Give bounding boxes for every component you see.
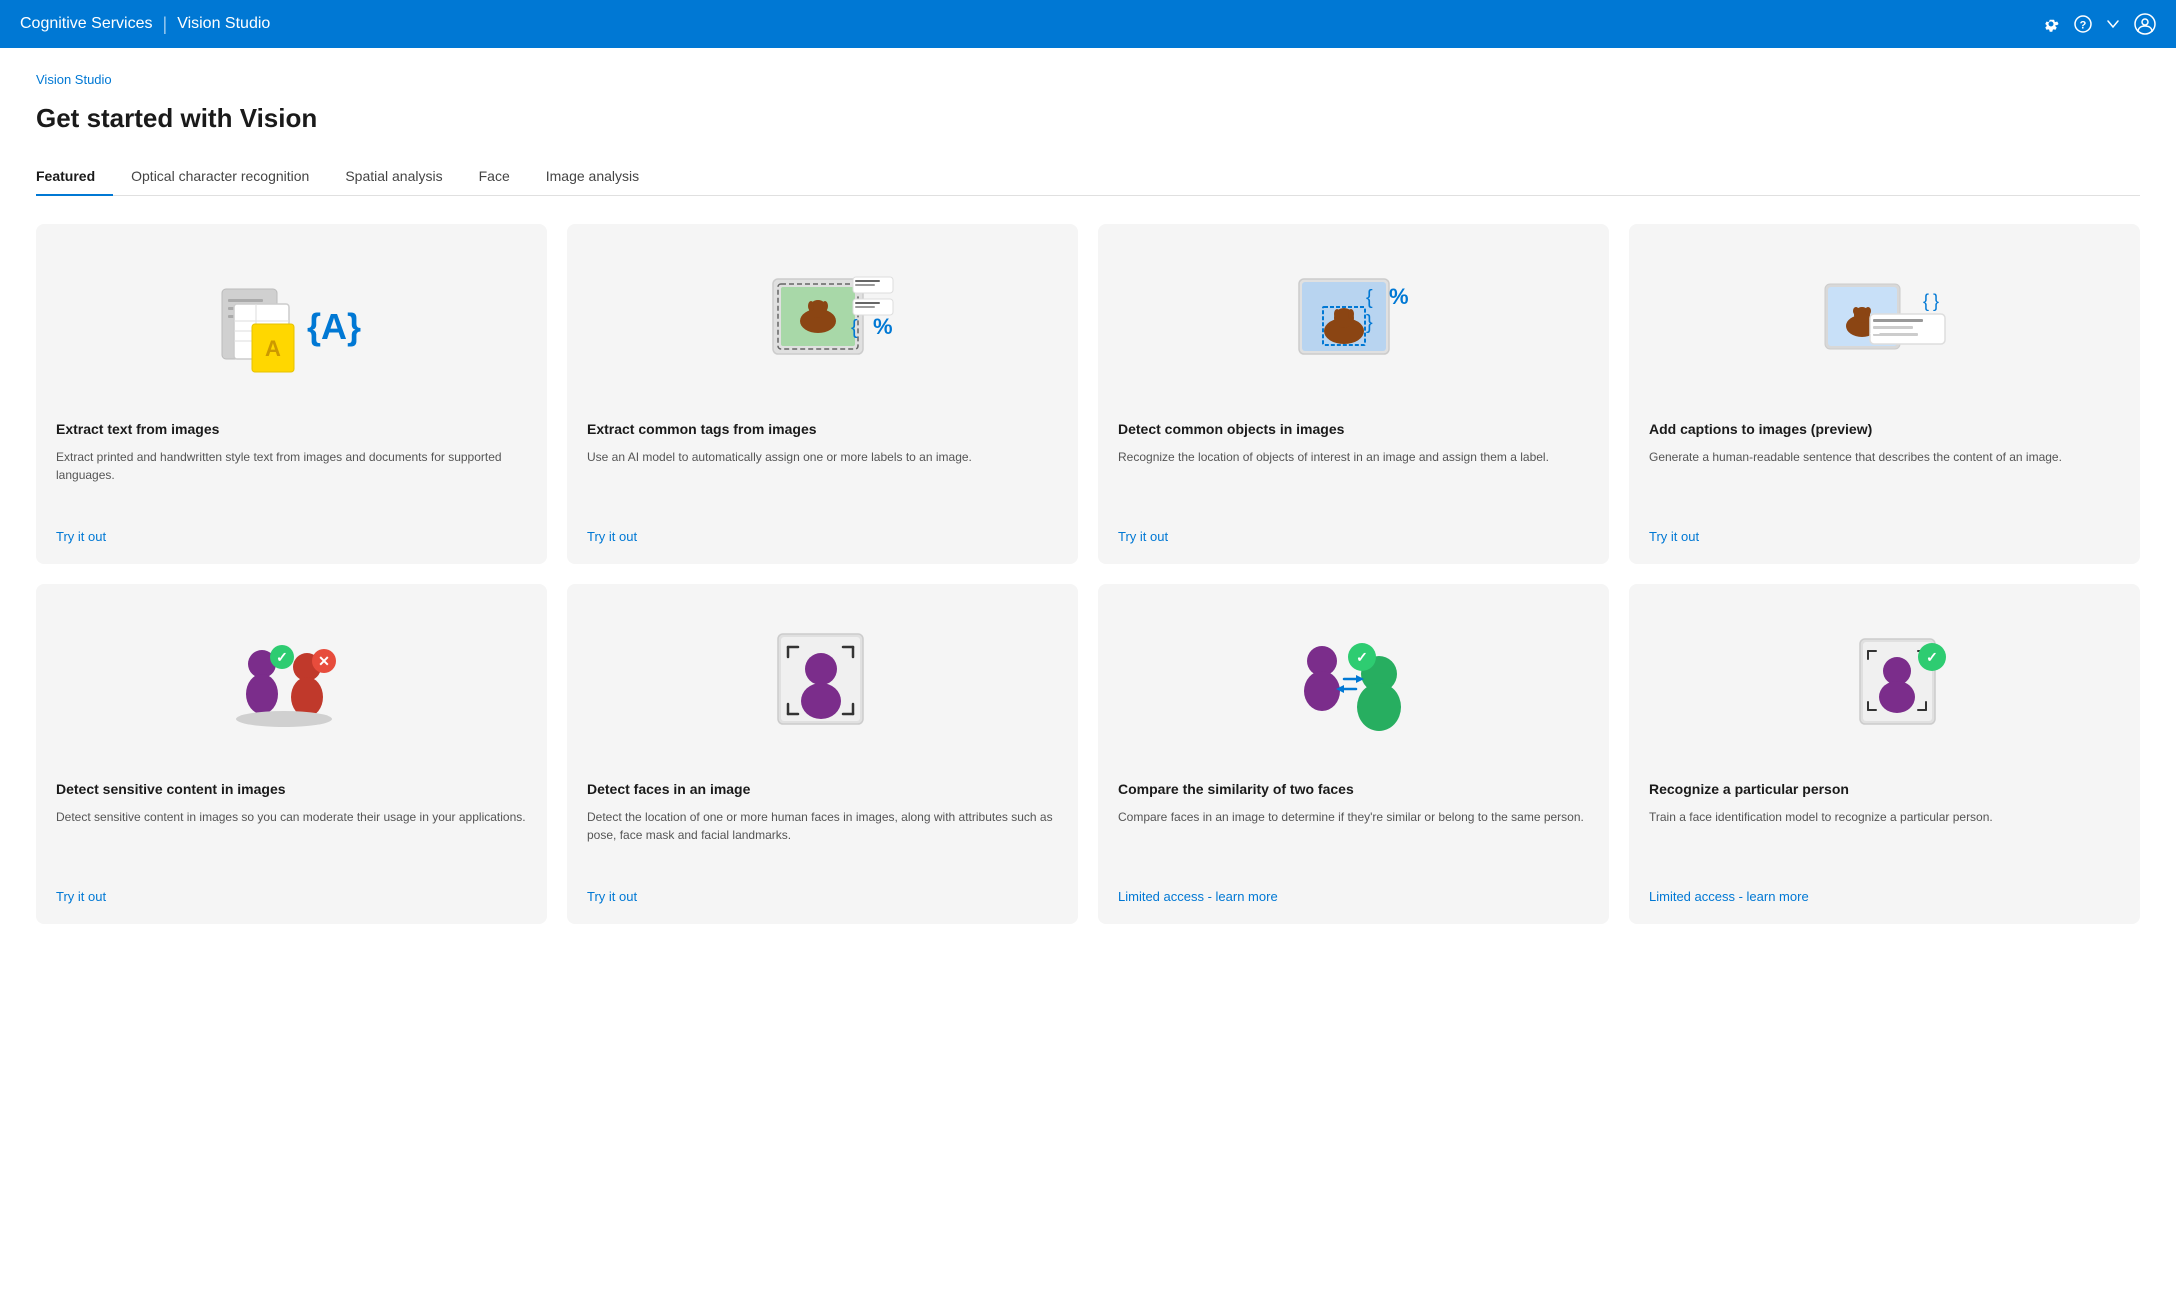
card-compare-faces: ✓ Compare the similarity of two faces Co… — [1098, 584, 1609, 924]
card-detect-objects: % { } Detect common objects in images Re… — [1098, 224, 1609, 564]
card-add-captions-title: Add captions to images (preview) — [1649, 420, 2120, 440]
card-detect-faces-desc: Detect the location of one or more human… — [587, 808, 1058, 873]
tab-image-analysis[interactable]: Image analysis — [528, 158, 657, 196]
svg-text:?: ? — [2080, 20, 2087, 32]
card-extract-text: A {A} Extract text from images Extract p… — [36, 224, 547, 564]
svg-text:{: { — [1923, 291, 1929, 311]
breadcrumb[interactable]: Vision Studio — [36, 72, 2140, 87]
card-detect-faces-action[interactable]: Try it out — [587, 889, 1058, 904]
svg-text:{: { — [851, 317, 858, 339]
card-detect-objects-action[interactable]: Try it out — [1118, 529, 1589, 544]
header-right: ? — [2042, 13, 2156, 35]
card-detect-sensitive-desc: Detect sensitive content in images so yo… — [56, 808, 527, 873]
tab-face[interactable]: Face — [461, 158, 528, 196]
svg-text:✓: ✓ — [1926, 649, 1938, 665]
card-detect-faces-image — [587, 604, 1058, 764]
studio-name: Vision Studio — [177, 15, 270, 33]
chevron-down-icon[interactable] — [2106, 17, 2120, 31]
main-content: Vision Studio Get started with Vision Fe… — [0, 48, 2176, 1290]
card-extract-tags-action[interactable]: Try it out — [587, 529, 1058, 544]
card-add-captions: { } Add captions to images (preview) Gen… — [1629, 224, 2140, 564]
settings-icon[interactable] — [2042, 15, 2060, 33]
cards-row-1: A {A} Extract text from images Extract p… — [36, 224, 2140, 564]
help-icon[interactable]: ? — [2074, 15, 2092, 33]
tab-spatial[interactable]: Spatial analysis — [327, 158, 460, 196]
profile-icon[interactable] — [2134, 13, 2156, 35]
header: Cognitive Services | Vision Studio ? — [0, 0, 2176, 48]
svg-text:%: % — [1389, 284, 1409, 309]
card-recognize-person-desc: Train a face identification model to rec… — [1649, 808, 2120, 873]
card-extract-tags-title: Extract common tags from images — [587, 420, 1058, 440]
card-detect-faces: Detect faces in an image Detect the loca… — [567, 584, 1078, 924]
card-add-captions-image: { } — [1649, 244, 2120, 404]
card-detect-sensitive-image: ✓ ✕ — [56, 604, 527, 764]
card-detect-sensitive-title: Detect sensitive content in images — [56, 780, 527, 800]
card-extract-text-desc: Extract printed and handwritten style te… — [56, 448, 527, 513]
card-compare-faces-desc: Compare faces in an image to determine i… — [1118, 808, 1589, 873]
card-detect-sensitive: ✓ ✕ Detect sensitive content in images D… — [36, 584, 547, 924]
svg-text:}: } — [1933, 291, 1939, 311]
cards-row-2: ✓ ✕ Detect sensitive content in images D… — [36, 584, 2140, 924]
card-extract-tags: % { Extract common tags from images Use … — [567, 224, 1078, 564]
card-extract-tags-desc: Use an AI model to automatically assign … — [587, 448, 1058, 513]
card-recognize-person-action[interactable]: Limited access - learn more — [1649, 889, 2120, 904]
svg-text:✕: ✕ — [318, 653, 330, 669]
card-detect-objects-title: Detect common objects in images — [1118, 420, 1589, 440]
svg-text:}: } — [1366, 312, 1373, 334]
card-detect-objects-desc: Recognize the location of objects of int… — [1118, 448, 1589, 513]
card-compare-faces-action[interactable]: Limited access - learn more — [1118, 889, 1589, 904]
card-detect-faces-title: Detect faces in an image — [587, 780, 1058, 800]
tabs-nav: Featured Optical character recognition S… — [36, 158, 2140, 196]
header-divider: | — [163, 14, 168, 35]
app-name: Cognitive Services — [20, 15, 153, 33]
svg-text:%: % — [873, 314, 893, 339]
tab-featured[interactable]: Featured — [36, 158, 113, 196]
card-extract-text-action[interactable]: Try it out — [56, 529, 527, 544]
header-left: Cognitive Services | Vision Studio — [20, 14, 270, 35]
card-compare-faces-title: Compare the similarity of two faces — [1118, 780, 1589, 800]
card-extract-tags-image: % { — [587, 244, 1058, 404]
svg-text:{: { — [1366, 287, 1373, 309]
svg-text:✓: ✓ — [276, 649, 288, 665]
page-title: Get started with Vision — [36, 103, 2140, 134]
tab-ocr[interactable]: Optical character recognition — [113, 158, 327, 196]
card-recognize-person-title: Recognize a particular person — [1649, 780, 2120, 800]
card-add-captions-desc: Generate a human-readable sentence that … — [1649, 448, 2120, 513]
card-extract-text-title: Extract text from images — [56, 420, 527, 440]
card-recognize-person-image: ✓ — [1649, 604, 2120, 764]
svg-text:A: A — [265, 336, 281, 361]
card-detect-sensitive-action[interactable]: Try it out — [56, 889, 527, 904]
svg-text:✓: ✓ — [1356, 649, 1368, 665]
svg-text:{A}: {A} — [307, 306, 361, 347]
card-compare-faces-image: ✓ — [1118, 604, 1589, 764]
card-detect-objects-image: % { } — [1118, 244, 1589, 404]
card-add-captions-action[interactable]: Try it out — [1649, 529, 2120, 544]
card-recognize-person: ✓ Recognize a particular person Train a … — [1629, 584, 2140, 924]
card-extract-text-image: A {A} — [56, 244, 527, 404]
